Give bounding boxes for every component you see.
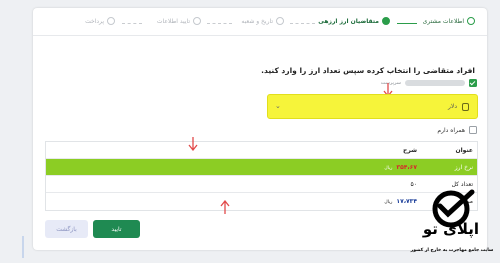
header-title: عنوان: [455, 146, 474, 154]
step-label: اطلاعات مشتری: [422, 17, 464, 25]
back-button[interactable]: بازگشت: [45, 220, 88, 238]
table-row-rate: نرخ ارز ۳۵۴،۶۷ ریال: [46, 159, 477, 176]
companion-checkbox[interactable]: [469, 126, 477, 134]
step-dot: [276, 17, 284, 25]
currency-select[interactable]: دلار ⌄: [267, 94, 478, 119]
applyto-logo: اپلای تو سایت جامع مهاجرت به خارج از کشو…: [404, 176, 496, 262]
applicant-checkbox[interactable]: [469, 79, 477, 87]
scroll-indicator: [22, 236, 24, 258]
step-date-branch[interactable]: تاریخ و شعبه: [241, 17, 284, 25]
page-heading: افراد متقاضی را انتخاب کرده سپس تعداد ار…: [261, 66, 475, 75]
step-label: تایید اطلاعات: [156, 17, 190, 25]
logo-tagline: سایت جامع مهاجرت به خارج از کشور: [410, 248, 494, 253]
step-connector: [207, 23, 232, 24]
stepper: اطلاعات مشتری متقاضیان ارز ارزهی تاریخ و…: [33, 17, 487, 31]
step-customer-info[interactable]: اطلاعات مشتری: [423, 17, 475, 25]
step-dot: [193, 17, 201, 25]
step-applicants[interactable]: متقاضیان ارز ارزهی: [318, 17, 390, 25]
table-header-row: عنوان شرح: [46, 142, 477, 159]
row-value: ۱۷،۷۳۴ ریال: [46, 198, 423, 205]
row-value: ۵۰: [410, 180, 417, 188]
confirm-button[interactable]: تایید: [93, 220, 140, 238]
step-payment[interactable]: پرداخت: [85, 17, 115, 25]
step-confirm-info[interactable]: تایید اطلاعات: [157, 17, 201, 25]
step-dot: [467, 17, 475, 25]
rate-unit: ریال: [384, 165, 393, 171]
step-connector: [290, 23, 315, 24]
step-label: تاریخ و شعبه: [241, 17, 273, 25]
rate-value: ۳۵۴،۶۷: [396, 163, 417, 171]
annotation-arrow-down-icon: [188, 137, 198, 151]
chevron-down-icon: ⌄: [275, 102, 281, 110]
step-label: پرداخت: [85, 17, 104, 25]
row-value: ۳۵۴،۶۷ ریال: [46, 164, 423, 171]
logo-text: اپلای تو: [422, 220, 480, 238]
step-label: متقاضیان ارز ارزهی: [318, 17, 379, 25]
row-title: نرخ ارز: [454, 163, 473, 171]
step-connector: [397, 23, 417, 24]
applicant-row[interactable]: سرپرست: [381, 79, 477, 87]
total-unit: ریال: [384, 200, 393, 205]
step-dot: [382, 17, 390, 25]
step-connector: [122, 23, 142, 24]
step-dot: [107, 17, 115, 25]
currency-icon: [462, 103, 469, 111]
currency-label: دلار: [448, 103, 457, 110]
annotation-arrow-up-icon: [220, 200, 230, 214]
stepper-divider: [33, 35, 487, 36]
header-desc: شرح: [403, 146, 417, 154]
applicant-name-redacted: [405, 80, 465, 86]
companion-label: همراه دارم: [437, 126, 465, 134]
companion-row[interactable]: همراه دارم: [437, 126, 477, 134]
